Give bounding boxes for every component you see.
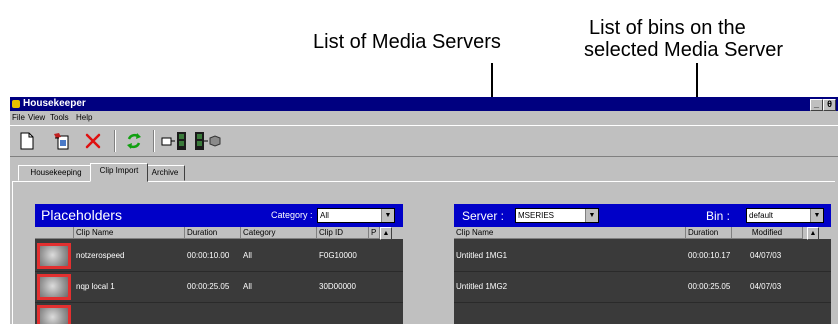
server-select[interactable]: MSERIES ▼ (515, 208, 599, 223)
delete-icon[interactable] (82, 130, 104, 152)
menu-view[interactable]: View (28, 111, 45, 124)
menu-help[interactable]: Help (76, 111, 92, 124)
media-server-grid-header: Clip Name Duration Modified ▲ (454, 227, 831, 240)
column-thumb (35, 227, 74, 239)
minimize-button[interactable]: _ (810, 99, 823, 111)
row-duration: 00:00:10.17 (688, 251, 731, 260)
bin-value: default (749, 211, 774, 220)
clip-thumbnail (37, 305, 71, 324)
callout-bins-line1: List of bins on the (589, 17, 746, 39)
import-clip-icon[interactable] (160, 130, 190, 152)
row-clip-name: nqp local 1 (76, 282, 115, 291)
row-modified: 04/07/03 (750, 282, 782, 291)
toolbar-separator-1 (114, 130, 116, 152)
table-row[interactable]: nqp local 1 00:00:25.05 All 30D00000 (35, 272, 403, 303)
column-clip-name[interactable]: Clip Name (74, 227, 185, 239)
column-clip-name[interactable]: Clip Name (454, 227, 686, 239)
row-category: All (243, 282, 252, 291)
row-clip-name: Untitled 1MG2 (456, 282, 508, 291)
tab-archive[interactable]: Archive (145, 165, 185, 181)
media-server-grid: Clip Name Duration Modified ▲ Untitled 1… (454, 227, 831, 324)
placeholders-grid: Clip Name Duration Category Clip ID P ▲ … (35, 227, 403, 324)
clip-thumbnail (37, 243, 71, 269)
title-bar: Housekeeper _ θ (10, 97, 838, 111)
table-row[interactable] (35, 303, 403, 324)
column-duration[interactable]: Duration (686, 227, 732, 239)
column-duration[interactable]: Duration (185, 227, 241, 239)
category-select[interactable]: All ▼ (317, 208, 395, 223)
server-value: MSERIES (518, 211, 555, 220)
callout-media-servers: List of Media Servers (313, 31, 501, 53)
row-duration: 00:00:25.05 (187, 282, 230, 291)
save-placeholder-icon[interactable] (51, 130, 73, 152)
category-label: Category : (271, 210, 313, 220)
column-p[interactable]: P (369, 227, 380, 239)
clip-import-page: Placeholders Category : All ▼ Clip Name … (12, 181, 835, 324)
tab-clip-import[interactable]: Clip Import (90, 163, 148, 182)
export-clip-icon[interactable] (193, 130, 223, 152)
clip-thumbnail (37, 274, 71, 300)
menu-file[interactable]: File (12, 111, 25, 124)
row-clip-name: Untitled 1MG1 (456, 251, 508, 260)
row-clip-id: 30D00000 (319, 282, 356, 291)
table-row[interactable]: Untitled 1MG1 00:00:10.17 04/07/03 (454, 241, 831, 272)
row-category: All (243, 251, 252, 260)
restore-button[interactable]: θ (823, 99, 836, 111)
app-icon (12, 100, 20, 108)
scroll-up-button[interactable]: ▲ (807, 227, 819, 240)
table-row[interactable]: Untitled 1MG2 00:00:25.05 04/07/03 (454, 272, 831, 303)
media-server-header: Server : MSERIES ▼ Bin : default ▼ (454, 204, 831, 227)
new-document-icon[interactable] (16, 130, 38, 152)
toolbar-separator-2 (153, 130, 155, 152)
housekeeper-window: Housekeeper _ θ File View Tools Help Hou… (10, 97, 838, 324)
row-duration: 00:00:10.00 (187, 251, 230, 260)
row-modified: 04/07/03 (750, 251, 782, 260)
chevron-down-icon[interactable]: ▼ (585, 209, 598, 222)
menu-tools[interactable]: Tools (50, 111, 69, 124)
row-clip-id: F0G10000 (319, 251, 357, 260)
callout-bins-line2: selected Media Server (584, 39, 783, 61)
chevron-down-icon[interactable]: ▼ (810, 209, 823, 222)
column-category[interactable]: Category (241, 227, 317, 239)
bin-select[interactable]: default ▼ (746, 208, 824, 223)
window-title: Housekeeper (23, 98, 86, 109)
tab-housekeeping[interactable]: Housekeeping (18, 165, 94, 181)
table-row[interactable]: notzerospeed 00:00:10.00 All F0G10000 (35, 241, 403, 272)
category-value: All (320, 211, 329, 220)
column-clip-id[interactable]: Clip ID (317, 227, 369, 239)
toolbar (10, 125, 838, 157)
row-clip-name: notzerospeed (76, 251, 125, 260)
bin-label: Bin : (706, 209, 731, 223)
refresh-icon[interactable] (123, 130, 145, 152)
placeholders-grid-header: Clip Name Duration Category Clip ID P ▲ (35, 227, 403, 240)
placeholders-header: Placeholders Category : All ▼ (35, 204, 403, 227)
menu-bar: File View Tools Help (10, 111, 838, 124)
scroll-up-button[interactable]: ▲ (380, 227, 392, 240)
server-label: Server : (462, 209, 505, 223)
placeholders-title: Placeholders (41, 207, 122, 223)
column-modified[interactable]: Modified (732, 227, 803, 239)
row-duration: 00:00:25.05 (688, 282, 731, 291)
chevron-down-icon[interactable]: ▼ (381, 209, 394, 222)
